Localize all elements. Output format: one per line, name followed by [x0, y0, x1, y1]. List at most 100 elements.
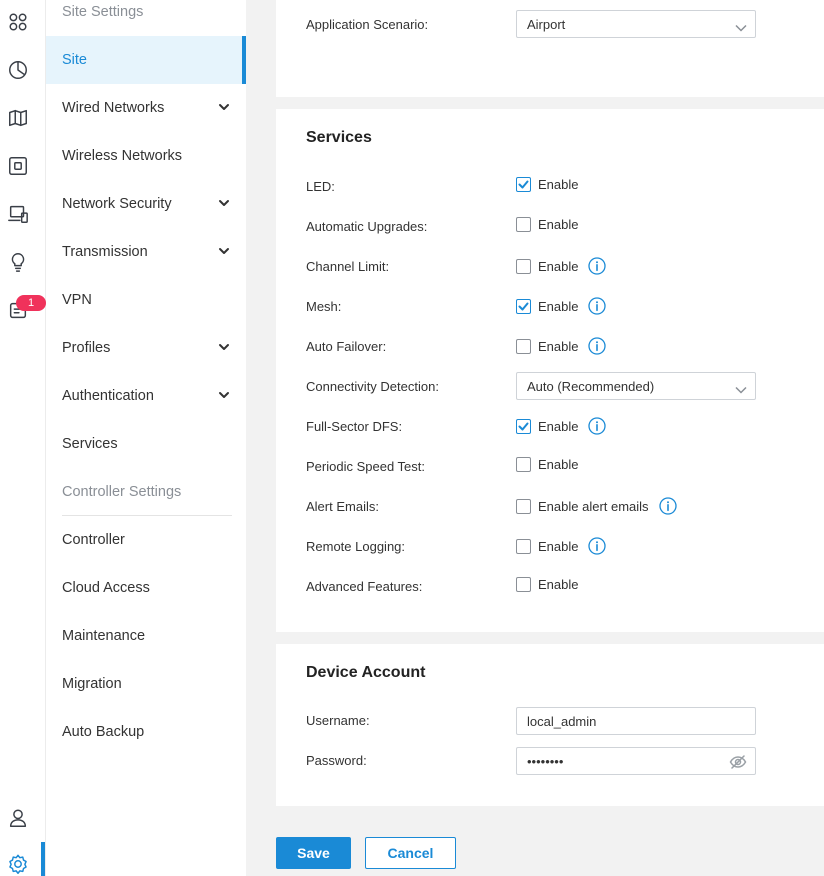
- chevron-down-icon: [218, 197, 230, 209]
- nav-item-services[interactable]: Services: [46, 420, 246, 468]
- devices-icon[interactable]: [6, 202, 30, 226]
- full-sector-dfs-label: Full-Sector DFS:: [306, 419, 403, 434]
- password-value: ••••••••: [527, 753, 564, 769]
- alert-emails-checkbox[interactable]: [516, 498, 531, 514]
- nav-item-cloud-access[interactable]: Cloud Access: [46, 564, 246, 612]
- connectivity-detection-select[interactable]: Auto (Recommended): [516, 372, 756, 400]
- nav-item-label: Site: [62, 52, 87, 68]
- rail-active-indicator: [41, 842, 45, 876]
- led-checkbox[interactable]: [516, 177, 531, 192]
- nav-item-label: Authentication: [62, 388, 154, 404]
- site-settings-heading: Site Settings: [62, 4, 144, 20]
- mesh-checkbox[interactable]: [516, 298, 531, 314]
- mesh-label: Mesh:: [306, 299, 342, 314]
- nav-item-transmission[interactable]: Transmission: [46, 228, 246, 276]
- chart-pie-icon[interactable]: [6, 58, 30, 82]
- save-button[interactable]: Save: [276, 837, 351, 869]
- advanced-features-label: Advanced Features:: [306, 579, 423, 594]
- periodic-speed-test-label: Periodic Speed Test:: [306, 459, 425, 474]
- services-title: Services: [306, 129, 372, 146]
- chevron-down-icon: [735, 20, 747, 32]
- select-value: Auto (Recommended): [527, 378, 655, 394]
- icon-rail: 1: [0, 0, 46, 876]
- alert-emails-label: Alert Emails:: [306, 499, 379, 514]
- eye-off-icon[interactable]: [729, 753, 747, 771]
- nav-item-label: Maintenance: [62, 628, 146, 644]
- nav-item-wired-networks[interactable]: Wired Networks: [46, 84, 246, 132]
- alert-count-badge: 1: [16, 295, 46, 311]
- nav-item-authentication[interactable]: Authentication: [46, 372, 246, 420]
- checkbox-label: Enable alert emails: [538, 498, 649, 514]
- checkbox-label: Enable: [538, 577, 579, 592]
- map-icon[interactable]: [6, 106, 30, 130]
- nav-item-wireless-networks[interactable]: Wireless Networks: [46, 132, 246, 180]
- chevron-down-icon: [218, 245, 230, 257]
- chevron-down-icon: [218, 389, 230, 401]
- username-label: Username:: [306, 713, 370, 728]
- info-icon[interactable]: [588, 537, 607, 555]
- device-account-title: Device Account: [306, 664, 426, 681]
- apps-icon[interactable]: [6, 10, 30, 34]
- controller-settings-heading: Controller Settings: [62, 484, 182, 500]
- auto-failover-label: Auto Failover:: [306, 339, 387, 354]
- checkbox-label: Enable: [538, 217, 579, 232]
- channel-limit-label: Channel Limit:: [306, 259, 390, 274]
- cancel-button[interactable]: Cancel: [365, 837, 456, 869]
- nav-item-label: Services: [62, 436, 118, 452]
- checkmark-icon: [518, 180, 529, 189]
- nav-item-migration[interactable]: Migration: [46, 660, 246, 708]
- lightbulb-icon[interactable]: [6, 250, 30, 274]
- info-icon[interactable]: [588, 417, 607, 435]
- remote-logging-label: Remote Logging:: [306, 539, 406, 554]
- chevron-down-icon: [218, 341, 230, 353]
- user-icon[interactable]: [6, 806, 30, 830]
- nav-item-maintenance[interactable]: Maintenance: [46, 612, 246, 660]
- device-icon[interactable]: [6, 154, 30, 178]
- nav-item-network-security[interactable]: Network Security: [46, 180, 246, 228]
- nav-item-site[interactable]: Site: [46, 36, 246, 84]
- nav-item-label: Migration: [62, 676, 122, 692]
- nav-item-label: Controller: [62, 532, 125, 548]
- info-icon[interactable]: [588, 257, 607, 275]
- services-card: Services LED: Enable Automatic Upgrades: En…: [276, 109, 824, 632]
- gear-icon[interactable]: [6, 852, 30, 876]
- led-label: LED:: [306, 179, 335, 194]
- info-icon[interactable]: [588, 297, 607, 315]
- remote-logging-checkbox[interactable]: [516, 538, 531, 554]
- application-scenario-label: Application Scenario:: [306, 17, 429, 32]
- checkbox-label: Enable: [538, 457, 579, 472]
- nav-item-label: VPN: [62, 292, 92, 308]
- nav-item-label: Auto Backup: [62, 724, 145, 740]
- checkbox-label: Enable: [538, 338, 579, 354]
- info-icon[interactable]: [658, 497, 677, 515]
- checkmark-icon: [518, 302, 529, 310]
- checkbox-label: Enable: [538, 298, 579, 314]
- nav-item-auto-backup[interactable]: Auto Backup: [46, 708, 246, 756]
- scenario-card: Application Scenario: Airport: [276, 0, 824, 97]
- auto-failover-checkbox[interactable]: [516, 338, 531, 354]
- periodic-speed-test-checkbox[interactable]: [516, 457, 531, 472]
- checkbox-label: Enable: [538, 258, 579, 274]
- select-value: Airport: [527, 16, 566, 32]
- advanced-features-checkbox[interactable]: [516, 577, 531, 592]
- nav-item-vpn[interactable]: VPN: [46, 276, 246, 324]
- checkmark-icon: [518, 422, 529, 430]
- channel-limit-checkbox[interactable]: [516, 258, 531, 274]
- checkbox-label: Enable: [538, 177, 579, 192]
- nav-item-controller[interactable]: Controller: [46, 516, 246, 564]
- nav-item-label: Network Security: [62, 196, 172, 212]
- username-input[interactable]: local_admin: [516, 707, 756, 735]
- automatic-upgrades-checkbox[interactable]: [516, 217, 531, 232]
- password-input[interactable]: ••••••••: [516, 747, 756, 775]
- application-scenario-select[interactable]: Airport: [516, 10, 756, 38]
- connectivity-detection-label: Connectivity Detection:: [306, 379, 439, 394]
- nav-item-label: Wired Networks: [62, 100, 165, 116]
- password-label: Password:: [306, 753, 367, 768]
- full-sector-dfs-checkbox[interactable]: [516, 418, 531, 434]
- nav-item-profiles[interactable]: Profiles: [46, 324, 246, 372]
- info-icon[interactable]: [588, 337, 607, 355]
- nav-item-label: Transmission: [62, 244, 148, 260]
- chevron-down-icon: [735, 382, 747, 394]
- automatic-upgrades-label: Automatic Upgrades:: [306, 219, 428, 234]
- settings-nav: Site Settings Site Wired Networks Wirele…: [46, 0, 246, 876]
